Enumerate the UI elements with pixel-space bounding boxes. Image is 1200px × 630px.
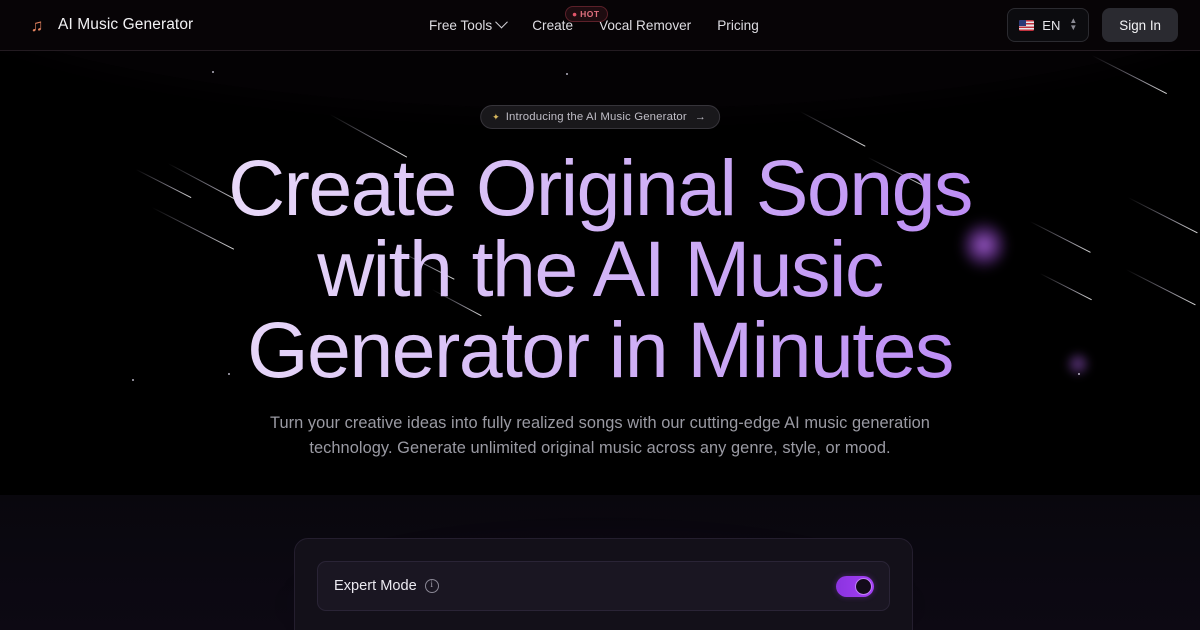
language-value: EN — [1042, 17, 1061, 33]
us-flag-icon — [1019, 19, 1035, 31]
sign-in-button[interactable]: Sign In — [1102, 8, 1178, 42]
nav-item-label: Pricing — [717, 17, 759, 33]
brand-logo[interactable]: ♫ AI Music Generator — [27, 15, 194, 35]
chevron-down-glyph: ▼ — [1069, 23, 1078, 32]
hero-section: ✦ Introducing the AI Music Generator → C… — [0, 51, 1200, 495]
arrow-right-icon: → — [694, 111, 706, 123]
expert-mode-label-group: Expert Mode i — [334, 578, 439, 594]
headline-line-1: Create Original Songs — [228, 143, 972, 232]
hero-subtitle: Turn your creative ideas into fully real… — [270, 414, 930, 457]
nav-item-label: Free Tools — [429, 17, 493, 33]
star-spark — [566, 73, 568, 75]
headline-line-2: with the AI Music — [317, 224, 883, 313]
intro-announcement-pill[interactable]: ✦ Introducing the AI Music Generator → — [480, 105, 720, 129]
sparkle-icon: ✦ — [492, 111, 500, 122]
hot-badge: ● HOT — [565, 6, 608, 22]
chevron-down-icon — [495, 15, 509, 29]
chevron-up-down-icon: ▲ ▼ — [1069, 17, 1078, 32]
star-spark — [212, 71, 214, 73]
page-root: ♫ AI Music Generator Free Tools Create V… — [0, 0, 1200, 630]
info-icon[interactable]: i — [424, 579, 439, 593]
brand-name: AI Music Generator — [58, 16, 194, 33]
expert-mode-row[interactable]: Expert Mode i — [317, 561, 890, 611]
intro-pill-label: Introducing the AI Music Generator — [505, 111, 687, 123]
language-selector[interactable]: EN ▲ ▼ — [1007, 8, 1090, 42]
flame-icon: ● — [572, 8, 578, 19]
site-header: ♫ AI Music Generator Free Tools Create V… — [0, 0, 1200, 51]
generator-card: Expert Mode i — [294, 538, 913, 630]
nav-item-label: Vocal Remover — [599, 17, 692, 33]
nav-item-pricing[interactable]: Pricing — [704, 0, 772, 51]
expert-mode-toggle[interactable] — [836, 575, 874, 597]
nav-item-free-tools[interactable]: Free Tools — [429, 0, 519, 51]
header-actions: EN ▲ ▼ Sign In — [1007, 8, 1178, 42]
page-title: Create Original Songs with the AI Music … — [0, 147, 1200, 390]
headline-line-3: Generator in Minutes — [247, 305, 953, 394]
expert-mode-label: Expert Mode — [334, 578, 417, 594]
shooting-star-streak — [799, 111, 866, 147]
music-note-icon: ♫ — [30, 15, 44, 35]
generator-section: Expert Mode i — [0, 495, 1200, 630]
toggle-knob — [855, 577, 872, 595]
hot-badge-label: HOT — [580, 9, 600, 19]
